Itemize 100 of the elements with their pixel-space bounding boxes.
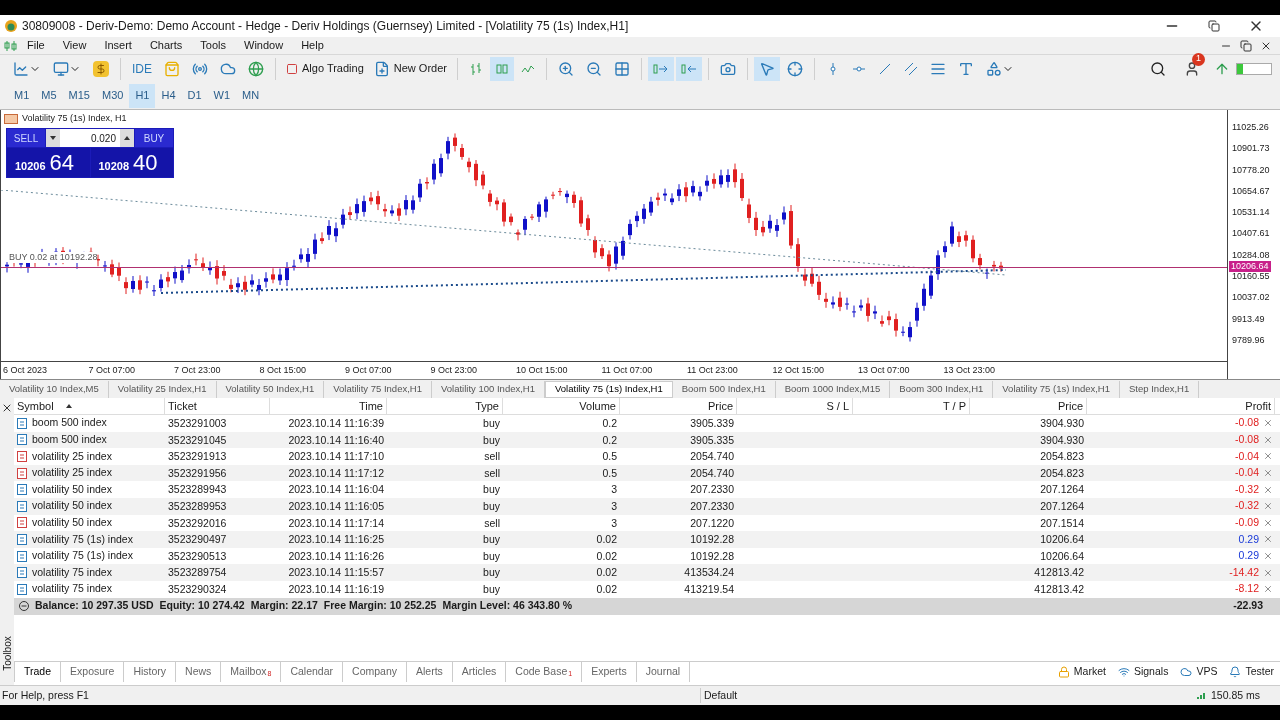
zoom-out-icon[interactable] — [585, 60, 602, 77]
buy-button[interactable]: BUY — [135, 129, 173, 147]
toolbox-tab[interactable]: News — [176, 661, 222, 682]
bid-price[interactable]: 10206 64 — [7, 148, 90, 177]
toolbox-tab[interactable]: History — [124, 661, 177, 682]
ide-button[interactable]: IDE — [127, 56, 157, 81]
column-header[interactable]: Time — [270, 398, 387, 415]
column-header[interactable]: Symbol — [14, 398, 165, 415]
toolbox-link[interactable]: VPS — [1174, 663, 1224, 680]
timeframe-button[interactable]: M30 — [95, 83, 130, 108]
candles-icon — [4, 39, 18, 52]
grid-icon[interactable] — [613, 60, 630, 77]
menu-item[interactable]: File — [18, 37, 54, 54]
table-cell-text: 2054.823 — [1039, 465, 1085, 481]
menu-item[interactable]: Window — [235, 37, 293, 54]
level-bar — [1236, 62, 1272, 75]
table-cell-text: 3523290513 — [167, 548, 228, 564]
camera-icon[interactable] — [719, 60, 736, 77]
toolbox-link[interactable]: Signals — [1111, 663, 1175, 680]
toolbox-tab[interactable]: Mailbox$_{8}$ — [221, 661, 282, 682]
timeframe-button[interactable]: W1 — [207, 83, 237, 108]
volume-field[interactable]: 0.020 — [46, 129, 134, 147]
column-header[interactable]: Profit — [1087, 398, 1275, 415]
toolbox-tab[interactable]: Articles — [452, 661, 507, 682]
close-order-button[interactable] — [1263, 484, 1273, 495]
collapse-icon[interactable] — [19, 601, 29, 612]
crosshair-icon[interactable] — [786, 60, 803, 77]
timeframe-button[interactable]: H4 — [155, 83, 182, 108]
close-order-button[interactable] — [1263, 451, 1273, 462]
timeframe-button[interactable]: M5 — [35, 83, 63, 108]
algo-trading-button[interactable]: Algo Trading — [282, 56, 368, 81]
time-label: 7 Oct 23:00 — [173, 364, 222, 377]
close-order-button[interactable] — [1263, 534, 1273, 545]
decrease-icon[interactable] — [50, 136, 56, 140]
new-order-button[interactable]: New Order — [369, 56, 451, 81]
timeframe-button[interactable]: H1 — [129, 83, 156, 108]
time-label: 6 Oct 2023 — [2, 364, 49, 377]
menu-item[interactable]: Charts — [140, 37, 192, 54]
monitor-icon[interactable] — [53, 60, 69, 77]
close-order-button[interactable] — [1263, 584, 1273, 595]
close-order-button[interactable] — [1263, 434, 1273, 445]
toolbox-link[interactable]: Tester — [1223, 663, 1280, 680]
toolbox-tab[interactable]: Calendar — [281, 661, 344, 682]
toolbox-tab[interactable]: Alerts — [407, 661, 453, 682]
timeframe-button[interactable]: M15 — [62, 83, 96, 108]
chart-tab[interactable]: Volatility 75 (1s) Index,H1 — [545, 381, 673, 398]
globe-icon[interactable] — [248, 60, 264, 77]
signal-icon — [1196, 691, 1207, 700]
toolbox-tab[interactable]: Exposure — [61, 661, 125, 682]
increase-icon[interactable] — [124, 136, 130, 140]
timeframe-button[interactable]: MN — [236, 83, 266, 108]
status-ping: 150.85 ms — [1210, 687, 1260, 703]
menu-item[interactable]: Help — [292, 37, 333, 54]
toolbox-tab[interactable]: Company — [343, 661, 407, 682]
toolbox-tab[interactable]: Code Base$_{1}$ — [506, 661, 583, 682]
account-icon[interactable] — [1184, 60, 1200, 77]
menu-item[interactable]: Tools — [191, 37, 235, 54]
ask-price[interactable]: 10208 40 — [90, 148, 173, 177]
menu-item[interactable]: Insert — [95, 37, 141, 54]
close-order-button[interactable] — [1263, 468, 1273, 479]
close-panel-button[interactable] — [1, 402, 13, 414]
column-header[interactable]: Ticket — [165, 398, 270, 415]
close-order-button[interactable] — [1263, 551, 1273, 562]
child-restore-button[interactable] — [1240, 39, 1252, 52]
restore-button[interactable] — [1208, 20, 1220, 32]
signal-waves-icon — [1117, 665, 1130, 678]
table-cell-text: 0.02 — [595, 532, 618, 548]
column-header[interactable]: Price — [970, 398, 1087, 415]
cursor-icon[interactable] — [758, 60, 775, 77]
zoom-in-icon[interactable] — [557, 60, 574, 77]
timeframe-button[interactable]: D1 — [181, 83, 208, 108]
cursor-button[interactable] — [753, 56, 780, 81]
search-icon[interactable] — [1150, 60, 1166, 77]
sell-button[interactable]: SELL — [7, 129, 45, 147]
table-cell-text: 3905.339 — [689, 416, 735, 431]
timeframe-button[interactable]: M1 — [8, 83, 36, 108]
toolbox-tab[interactable]: Experts — [582, 661, 637, 682]
chart-shift-button[interactable] — [675, 56, 702, 81]
close-order-button[interactable] — [1263, 517, 1273, 528]
close-order-button[interactable] — [1263, 418, 1273, 429]
column-header[interactable]: Price — [620, 398, 737, 415]
candles-icon — [494, 61, 509, 76]
column-header[interactable]: Type — [387, 398, 503, 415]
trade-row[interactable]: volatility 75 (1s) index 3523290497 2023.10.14 11:16:25 buy 0.02 10192.28 10206.64 0.29 — [14, 531, 1280, 548]
column-header[interactable]: T / P — [853, 398, 970, 415]
column-header[interactable]: S / L — [737, 398, 853, 415]
line-chart-icon[interactable] — [13, 60, 29, 77]
toolbox-tab[interactable]: Trade — [14, 661, 62, 682]
trade-row[interactable]: volatility 75 index 3523289754 2023.10.14 11:15:57 buy 0.02 413534.24 412813.42 -14.42 — [14, 564, 1280, 581]
shapes-icon[interactable] — [985, 60, 1002, 77]
scroll-arrow-icon — [652, 61, 669, 76]
text-icon[interactable] — [957, 60, 974, 77]
close-order-button[interactable] — [1263, 501, 1273, 512]
toolbox-tab[interactable]: Journal — [636, 661, 691, 682]
auto-scroll-button[interactable] — [647, 56, 674, 81]
menu-item[interactable]: View — [53, 37, 96, 54]
table-cell-text: 2054.823 — [1039, 449, 1085, 465]
toolbox-link[interactable]: Market — [1051, 663, 1112, 680]
column-header[interactable]: Volume — [503, 398, 620, 415]
close-order-button[interactable] — [1263, 567, 1273, 578]
